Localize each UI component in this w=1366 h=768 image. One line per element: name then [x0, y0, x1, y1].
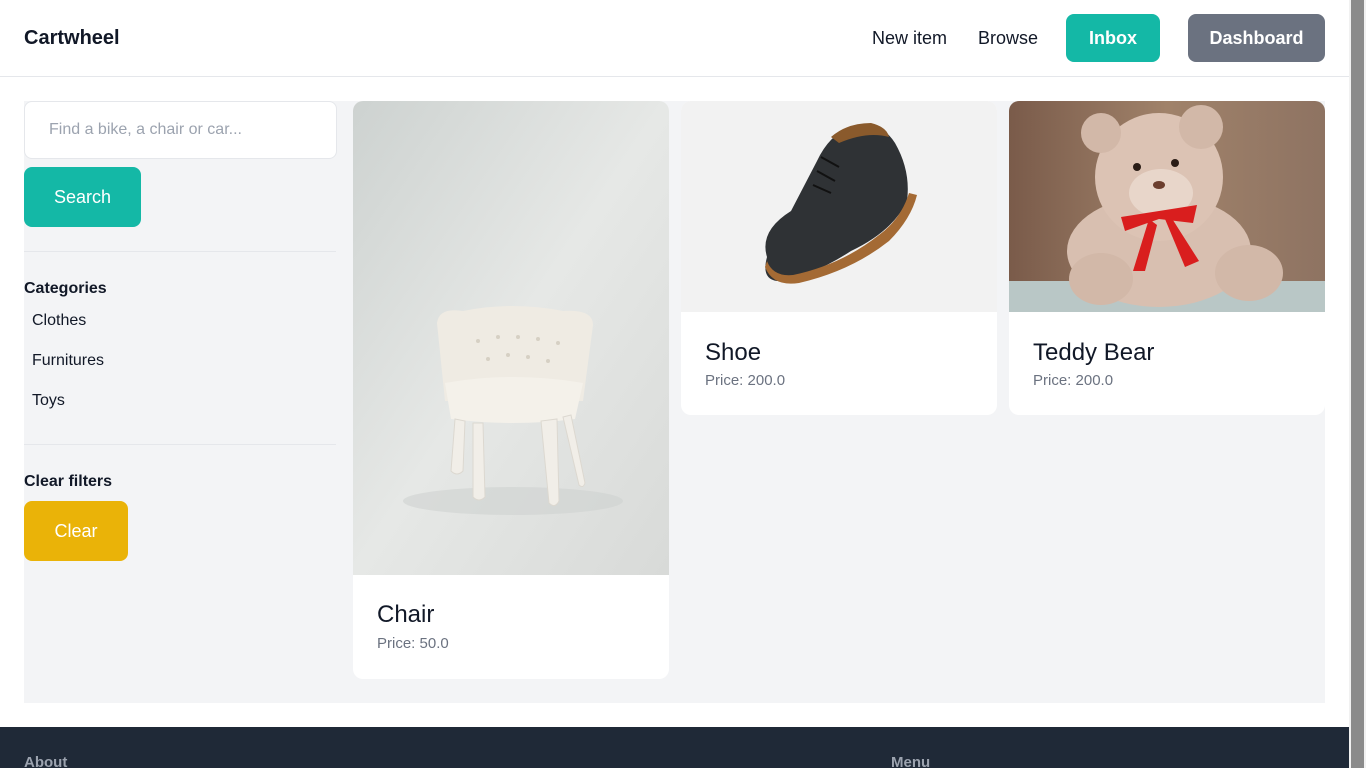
- footer-menu-heading: Menu: [891, 754, 931, 768]
- item-card-shoe[interactable]: Shoe Price: 200.0: [681, 101, 997, 415]
- top-navbar: Cartwheel New item Browse Inbox Dashboar…: [0, 0, 1349, 77]
- item-name: Shoe: [705, 339, 762, 366]
- inbox-button[interactable]: Inbox: [1066, 14, 1160, 62]
- item-price: Price: 200.0: [1033, 372, 1114, 389]
- item-name: Chair: [377, 601, 435, 628]
- category-furnitures[interactable]: Furnitures: [32, 352, 104, 370]
- item-name: Teddy Bear: [1033, 339, 1155, 366]
- clear-filters-heading: Clear filters: [24, 473, 113, 490]
- dashboard-button[interactable]: Dashboard: [1188, 14, 1325, 62]
- chair-image: [353, 101, 669, 575]
- item-price: Price: 200.0: [705, 372, 786, 389]
- footer: About Menu: [0, 727, 1349, 768]
- category-toys[interactable]: Toys: [32, 392, 65, 410]
- page-scrollbar[interactable]: [1349, 0, 1366, 768]
- teddy-bear-image: [1009, 101, 1325, 312]
- item-price: Price: 50.0: [377, 635, 449, 652]
- category-clothes[interactable]: Clothes: [32, 312, 86, 330]
- nav-browse[interactable]: Browse: [978, 28, 1038, 49]
- brand-logo[interactable]: Cartwheel: [24, 27, 120, 50]
- item-card-teddy-bear[interactable]: Teddy Bear Price: 200.0: [1009, 101, 1325, 415]
- scrollbar-thumb[interactable]: [1351, 0, 1364, 768]
- footer-about-heading: About: [24, 754, 68, 768]
- categories-heading: Categories: [24, 280, 107, 297]
- sidebar-divider: [24, 444, 336, 445]
- main-content: Search Categories Clothes Furnitures Toy…: [24, 101, 1325, 703]
- shoe-image: [681, 101, 997, 312]
- search-button[interactable]: Search: [24, 167, 141, 227]
- item-card-chair[interactable]: Chair Price: 50.0: [353, 101, 669, 679]
- sidebar-divider: [24, 251, 336, 252]
- search-input[interactable]: [24, 101, 337, 159]
- nav-new-item[interactable]: New item: [872, 28, 947, 49]
- clear-button[interactable]: Clear: [24, 501, 128, 561]
